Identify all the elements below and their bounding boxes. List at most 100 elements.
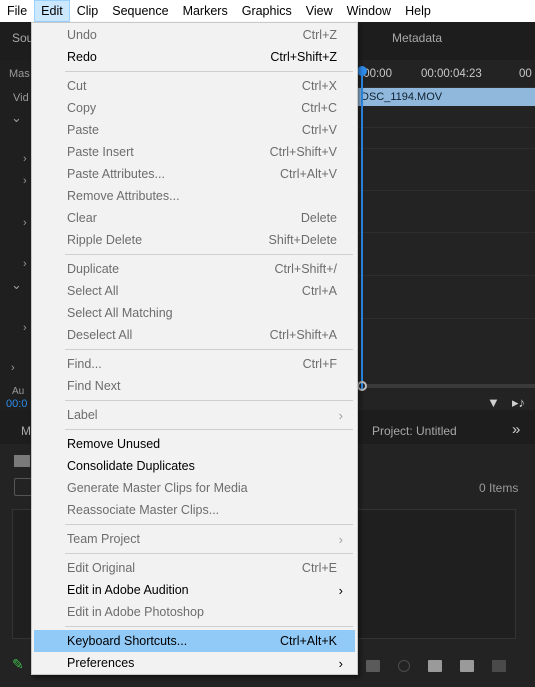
pencil-icon[interactable]: ✎ [12,656,24,673]
menu-graphics[interactable]: Graphics [235,0,299,22]
track-divider [358,232,535,233]
menu-item-shortcut: Ctrl+C [301,101,337,115]
menu-item-remove-unused[interactable]: Remove Unused [34,433,355,455]
menu-item-ripple-delete[interactable]: Ripple Delete Shift+Delete [34,229,355,251]
more-panels-icon[interactable]: » [512,421,520,438]
menu-item-edit-original[interactable]: Edit Original Ctrl+E [34,557,355,579]
menu-item-generate-master-clips[interactable]: Generate Master Clips for Media [34,477,355,499]
menu-item-find-next[interactable]: Find Next [34,375,355,397]
timeline-clip[interactable]: DSC_1194.MOV [358,88,535,106]
menu-item-find[interactable]: Find... Ctrl+F [34,353,355,375]
chevron-right-icon: › [338,582,343,598]
menu-item-shortcut: Ctrl+Shift+/ [274,262,337,276]
menu-item-consolidate-duplicates[interactable]: Consolidate Duplicates [34,455,355,477]
menu-item-cut[interactable]: Cut Ctrl+X [34,75,355,97]
menu-item-redo[interactable]: Redo Ctrl+Shift+Z [34,46,355,68]
menu-item-label: Select All Matching [67,306,173,320]
menu-bar: File Edit Clip Sequence Markers Graphics… [0,0,535,22]
menu-item-shortcut: Ctrl+Shift+Z [270,50,337,64]
freeform-view-icon[interactable] [366,660,380,672]
menu-separator [65,254,353,255]
menu-item-paste-insert[interactable]: Paste Insert Ctrl+Shift+V [34,141,355,163]
menu-item-label: Cut [67,79,87,93]
menu-item-edit-in-audition[interactable]: Edit in Adobe Audition › [34,579,355,601]
menu-item-label-submenu[interactable]: Label › [34,404,355,426]
chevron-right-icon: › [338,655,343,671]
menu-markers[interactable]: Markers [176,0,235,22]
menu-item-label: Paste [67,123,99,137]
menu-separator [65,429,353,430]
trash-icon[interactable] [492,660,506,672]
menu-separator [65,553,353,554]
menu-item-label: Clear [67,211,97,225]
chevron-right-icon[interactable]: › [23,153,27,165]
menu-item-label: Remove Unused [67,437,161,451]
menu-item-team-project[interactable]: Team Project › [34,528,355,550]
master-tab[interactable]: Mas [9,68,30,80]
chevron-right-icon[interactable]: › [23,217,27,229]
chevron-right-icon[interactable]: › [11,362,15,374]
track-divider [358,148,535,149]
menu-item-shortcut: Ctrl+V [301,123,337,137]
menu-item-clear[interactable]: Clear Delete [34,207,355,229]
search-icon[interactable] [14,478,32,496]
playhead-handle[interactable] [357,66,367,76]
timeline-scrollbar[interactable] [366,384,535,388]
menu-item-edit-in-photoshop[interactable]: Edit in Adobe Photoshop [34,601,355,623]
expand-icon[interactable]: ⌄ [11,110,22,126]
tab-metadata[interactable]: Metadata [392,31,442,45]
folder-icon[interactable] [14,455,30,467]
menu-item-label: Duplicate [67,262,120,276]
menu-separator [65,626,353,627]
menu-item-reassociate-master-clips[interactable]: Reassociate Master Clips... [34,499,355,521]
menu-item-label: Reassociate Master Clips... [67,503,220,517]
menu-item-copy[interactable]: Copy Ctrl+C [34,97,355,119]
menu-edit[interactable]: Edit [34,0,70,22]
new-item-icon[interactable] [460,660,474,672]
chevron-right-icon[interactable]: › [23,175,27,187]
menu-item-undo[interactable]: Undo Ctrl+Z [34,24,355,46]
new-bin-icon[interactable] [428,660,442,672]
track-divider [358,275,535,276]
project-toolbar [366,656,535,676]
menu-window[interactable]: Window [340,0,398,22]
menu-separator [65,400,353,401]
menu-item-label: Label [67,408,98,422]
filter-icon[interactable]: ▼ [487,395,500,410]
chevron-right-icon: › [338,407,343,423]
time-ruler[interactable]: :00:00 00:00:04:23 00 [358,62,535,88]
menu-item-paste[interactable]: Paste Ctrl+V [34,119,355,141]
menu-view[interactable]: View [299,0,340,22]
track-divider [358,190,535,191]
menu-item-label: Edit in Adobe Audition [67,583,189,597]
menu-item-deselect-all[interactable]: Deselect All Ctrl+Shift+A [34,324,355,346]
menu-item-shortcut: Ctrl+X [301,79,337,93]
menu-item-remove-attributes[interactable]: Remove Attributes... [34,185,355,207]
video-label: Vid [13,92,29,104]
menu-item-shortcut: Ctrl+A [301,284,337,298]
menu-item-paste-attributes[interactable]: Paste Attributes... Ctrl+Alt+V [34,163,355,185]
menu-item-shortcut: Ctrl+Alt+K [280,634,337,648]
find-icon[interactable] [398,660,410,672]
audio-icon[interactable]: ▸♪ [512,395,525,411]
menu-sequence[interactable]: Sequence [105,0,175,22]
menu-item-preferences[interactable]: Preferences › [34,652,355,674]
playhead-line[interactable] [361,70,363,390]
chevron-right-icon[interactable]: › [23,258,27,270]
project-title[interactable]: Project: Untitled [372,424,457,438]
expand-icon[interactable]: ⌄ [11,277,22,293]
menu-item-keyboard-shortcuts[interactable]: Keyboard Shortcuts... Ctrl+Alt+K [34,630,355,652]
zoom-handle[interactable] [357,381,367,391]
menu-help[interactable]: Help [398,0,438,22]
menu-item-select-all-matching[interactable]: Select All Matching [34,302,355,324]
menu-item-select-all[interactable]: Select All Ctrl+A [34,280,355,302]
timeline-timecode[interactable]: 00:0 [6,398,27,410]
chevron-right-icon[interactable]: › [23,322,27,334]
tab-media[interactable]: M [21,424,31,438]
menu-item-duplicate[interactable]: Duplicate Ctrl+Shift+/ [34,258,355,280]
menu-item-label: Find... [67,357,102,371]
menu-file[interactable]: File [0,0,34,22]
track-divider [358,127,535,128]
items-count: 0 Items [479,481,519,495]
menu-clip[interactable]: Clip [70,0,106,22]
